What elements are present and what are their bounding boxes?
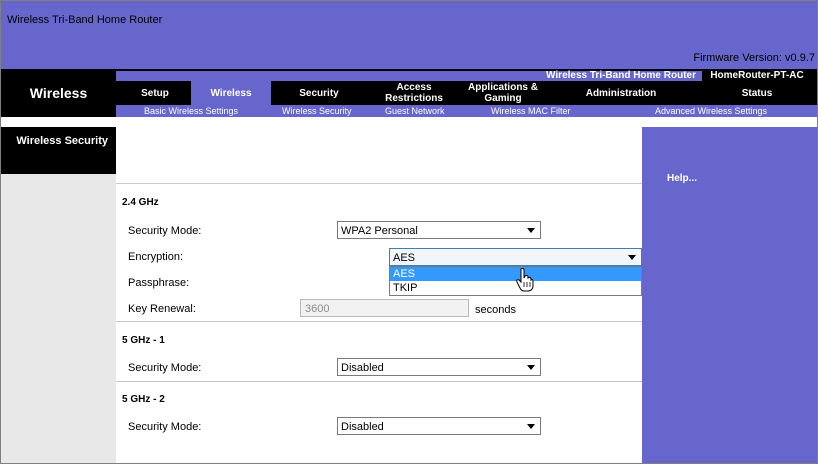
app-title: Wireless Tri-Band Home Router xyxy=(7,14,163,26)
band-5-1-heading: 5 GHz - 1 xyxy=(122,335,165,346)
band-24-security-mode-select[interactable]: WPA2 Personal xyxy=(337,221,541,239)
key-renewal-unit: seconds xyxy=(475,304,516,316)
divider xyxy=(116,321,642,322)
band-5-2-heading: 5 GHz - 2 xyxy=(122,394,165,405)
divider xyxy=(116,381,642,382)
product-name: Wireless Tri-Band Home Router xyxy=(546,70,696,81)
section-title: Wireless Security xyxy=(16,135,108,147)
subtab-wireless-security[interactable]: Wireless Security xyxy=(282,105,352,117)
chevron-down-icon xyxy=(527,365,535,370)
band-24-encryption-select[interactable]: AES xyxy=(389,248,642,266)
chevron-down-icon xyxy=(527,228,535,233)
help-link[interactable]: Help... xyxy=(667,173,697,184)
tab-access-restrictions[interactable]: Access Restrictions xyxy=(375,81,453,105)
subtab-guest-network[interactable]: Guest Network xyxy=(385,105,445,117)
tab-administration[interactable]: Administration xyxy=(571,81,671,105)
model-name: HomeRouter-PT-AC xyxy=(710,70,804,81)
band-24-passphrase-label: Passphrase: xyxy=(128,277,190,289)
tab-applications-gaming[interactable]: Applications & Gaming xyxy=(463,81,543,105)
chevron-down-icon xyxy=(527,424,535,429)
band-24-encryption-label: Encryption: xyxy=(128,251,184,263)
band-24-heading: 2.4 GHz xyxy=(122,197,159,208)
band-5-2-security-mode-value: Disabled xyxy=(341,421,384,433)
key-renewal-input[interactable]: 3600 xyxy=(300,299,469,317)
section-label: Wireless xyxy=(29,85,88,101)
band-24-security-mode-value: WPA2 Personal xyxy=(341,225,418,237)
chevron-down-icon xyxy=(628,255,636,260)
band-5-2-security-mode-select[interactable]: Disabled xyxy=(337,417,541,435)
band-5-1-security-mode-label: Security Mode: xyxy=(128,362,202,374)
band-24-encryption-value: AES xyxy=(393,252,416,264)
tab-security[interactable]: Security xyxy=(281,81,357,105)
subtab-wireless-mac-filter[interactable]: Wireless MAC Filter xyxy=(491,105,571,117)
band-24-security-mode-label: Security Mode: xyxy=(128,225,202,237)
subtab-advanced-wireless-settings[interactable]: Advanced Wireless Settings xyxy=(655,105,767,117)
band-24-key-renewal-label: Key Renewal: xyxy=(128,303,196,315)
left-column xyxy=(1,127,116,463)
band-5-2-security-mode-label: Security Mode: xyxy=(128,421,202,433)
divider xyxy=(116,183,642,184)
router-window: Wireless Tri-Band Home Router Firmware V… xyxy=(0,0,818,464)
tab-wireless[interactable]: Wireless xyxy=(191,81,271,105)
subtab-basic-wireless-settings[interactable]: Basic Wireless Settings xyxy=(144,105,238,117)
band-5-1-security-mode-select[interactable]: Disabled xyxy=(337,358,541,376)
firmware-version: Firmware Version: v0.9.7 xyxy=(693,52,815,64)
hand-pointer-icon xyxy=(516,268,534,292)
band-5-1-security-mode-value: Disabled xyxy=(341,362,384,374)
tab-setup[interactable]: Setup xyxy=(122,81,188,105)
tab-status[interactable]: Status xyxy=(721,81,793,105)
